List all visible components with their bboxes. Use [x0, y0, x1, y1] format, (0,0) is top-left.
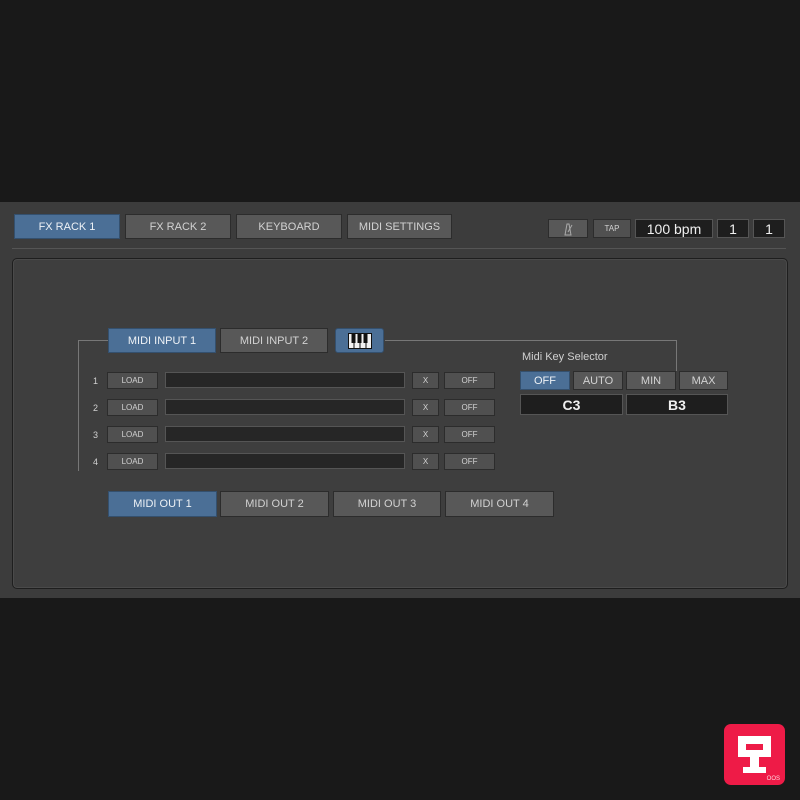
tab-midi-out-3[interactable]: MIDI OUT 3 — [333, 491, 441, 517]
bpm-display[interactable]: 100 bpm — [635, 219, 713, 238]
brand-logo: OOS — [724, 724, 785, 785]
key-mode-auto[interactable]: AUTO — [573, 371, 623, 390]
metronome-button[interactable] — [548, 219, 588, 238]
slot-4-load-button[interactable]: LOAD — [107, 453, 158, 470]
brand-logo-subtext: OOS — [766, 776, 780, 782]
slot-4-device-field[interactable] — [165, 453, 405, 469]
slot-2-device-field[interactable] — [165, 399, 405, 415]
input-bracket-side — [78, 340, 79, 471]
selector-connector-side — [676, 340, 677, 371]
tab-fx-rack-2[interactable]: FX RACK 2 — [125, 214, 231, 239]
fx-rack-panel — [12, 258, 788, 589]
key-mode-max[interactable]: MAX — [679, 371, 728, 390]
slot-2-toggle-button[interactable]: OFF — [444, 399, 495, 416]
tab-midi-input-1[interactable]: MIDI INPUT 1 — [108, 328, 216, 353]
slot-3-clear-button[interactable]: X — [412, 426, 439, 443]
header-divider — [12, 248, 786, 249]
slot-4-clear-button[interactable]: X — [412, 453, 439, 470]
slot-3-load-button[interactable]: LOAD — [107, 426, 158, 443]
piano-keyboard-icon — [347, 332, 372, 349]
time-signature-top[interactable]: 1 — [717, 219, 749, 238]
slot-number-3: 3 — [92, 430, 98, 440]
slot-1-load-button[interactable]: LOAD — [107, 372, 158, 389]
tab-keyboard[interactable]: KEYBOARD — [236, 214, 342, 239]
tap-tempo-button[interactable]: TAP — [593, 219, 631, 238]
tab-midi-settings[interactable]: MIDI SETTINGS — [347, 214, 452, 239]
slot-1-device-field[interactable] — [165, 372, 405, 388]
slot-1-toggle-button[interactable]: OFF — [444, 372, 495, 389]
tab-midi-out-2[interactable]: MIDI OUT 2 — [220, 491, 329, 517]
slot-3-device-field[interactable] — [165, 426, 405, 442]
tab-midi-out-1[interactable]: MIDI OUT 1 — [108, 491, 217, 517]
tab-midi-input-2[interactable]: MIDI INPUT 2 — [220, 328, 328, 353]
key-low-display[interactable]: C3 — [520, 394, 623, 415]
input-bracket-top — [78, 340, 108, 341]
tab-fx-rack-1[interactable]: FX RACK 1 — [14, 214, 120, 239]
key-mode-min[interactable]: MIN — [626, 371, 676, 390]
time-signature-bottom[interactable]: 1 — [753, 219, 785, 238]
slot-number-4: 4 — [92, 457, 98, 467]
slot-number-1: 1 — [92, 376, 98, 386]
slot-4-toggle-button[interactable]: OFF — [444, 453, 495, 470]
metronome-icon — [564, 223, 573, 235]
key-high-display[interactable]: B3 — [626, 394, 728, 415]
slot-2-clear-button[interactable]: X — [412, 399, 439, 416]
keyboard-view-button[interactable] — [335, 328, 384, 353]
key-mode-off[interactable]: OFF — [520, 371, 570, 390]
tab-midi-out-4[interactable]: MIDI OUT 4 — [445, 491, 554, 517]
slot-number-2: 2 — [92, 403, 98, 413]
selector-connector-top — [385, 340, 676, 341]
slot-3-toggle-button[interactable]: OFF — [444, 426, 495, 443]
slot-1-clear-button[interactable]: X — [412, 372, 439, 389]
slot-2-load-button[interactable]: LOAD — [107, 399, 158, 416]
key-selector-title: Midi Key Selector — [522, 351, 608, 363]
